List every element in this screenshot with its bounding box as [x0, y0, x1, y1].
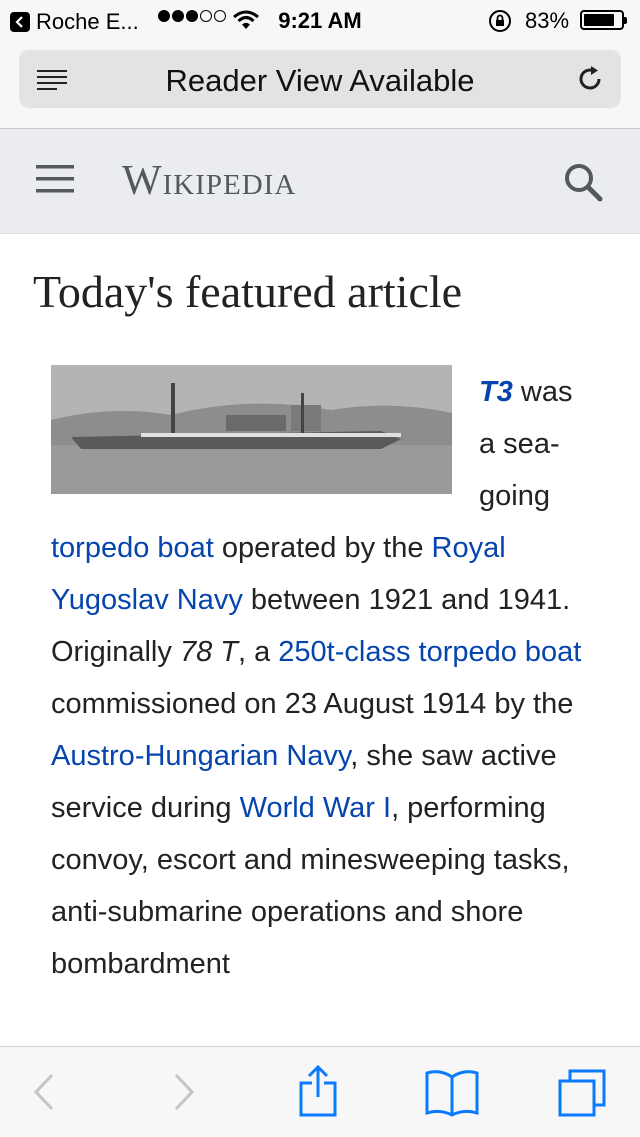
page-title: Today's featured article — [33, 266, 463, 317]
link-world-war-i[interactable]: World War I — [240, 792, 391, 824]
search-icon[interactable] — [562, 161, 604, 208]
wikipedia-header: Wikipedia — [0, 129, 640, 234]
browser-toolbar — [0, 1046, 640, 1137]
wikipedia-wordmark[interactable]: Wikipedia — [122, 157, 296, 205]
article-content: Today's featured article T3 was a sea-go… — [0, 233, 640, 1045]
status-bar: Roche E... 9:21 AM 83% — [0, 0, 640, 40]
share-icon[interactable] — [296, 1063, 340, 1124]
address-bar[interactable]: Reader View Available — [19, 50, 621, 108]
bookmarks-icon[interactable] — [424, 1067, 480, 1122]
tabs-icon[interactable] — [556, 1065, 610, 1124]
battery-percent: 83% — [525, 8, 570, 33]
link-250t-class[interactable]: 250t-class torpedo boat — [278, 636, 581, 668]
link-torpedo-boat[interactable]: torpedo boat — [51, 532, 214, 564]
link-austro-hungarian-navy[interactable]: Austro-Hungarian Navy — [51, 740, 350, 772]
rotation-lock-icon — [488, 9, 512, 39]
forward-icon[interactable] — [170, 1069, 198, 1120]
battery-icon — [580, 10, 627, 30]
back-icon[interactable] — [30, 1069, 58, 1120]
article-summary: T3 was a sea-going torpedo boat operated… — [51, 376, 582, 980]
link-t3[interactable]: T3 — [479, 376, 513, 408]
menu-icon[interactable] — [36, 164, 74, 199]
reload-icon[interactable] — [575, 64, 605, 99]
browser-address-area: Reader View Available — [0, 40, 640, 129]
url-text: Reader View Available — [165, 63, 475, 98]
